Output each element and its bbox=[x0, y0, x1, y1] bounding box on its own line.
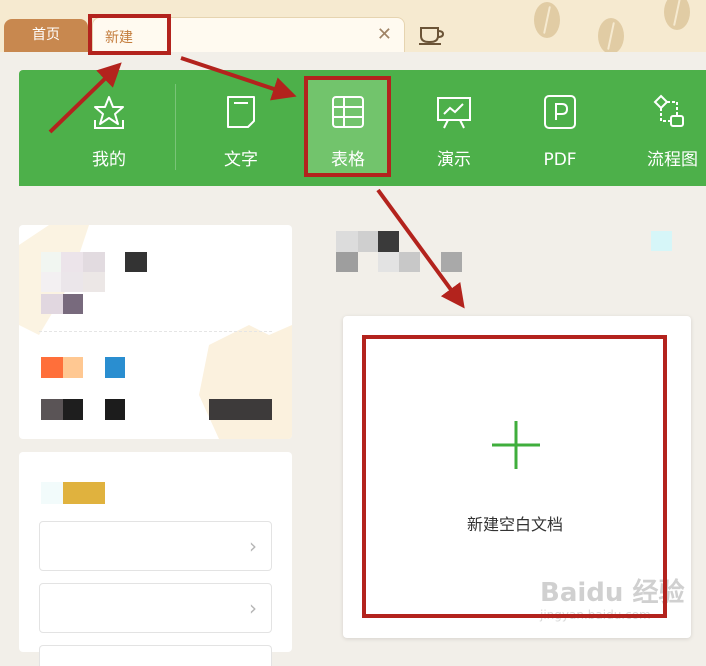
annotation-arrows bbox=[48, 56, 465, 309]
arrow-to-spreadsheet bbox=[180, 56, 297, 101]
arrow-to-new-blank bbox=[376, 188, 465, 309]
arrow-to-new-tab bbox=[48, 62, 122, 134]
